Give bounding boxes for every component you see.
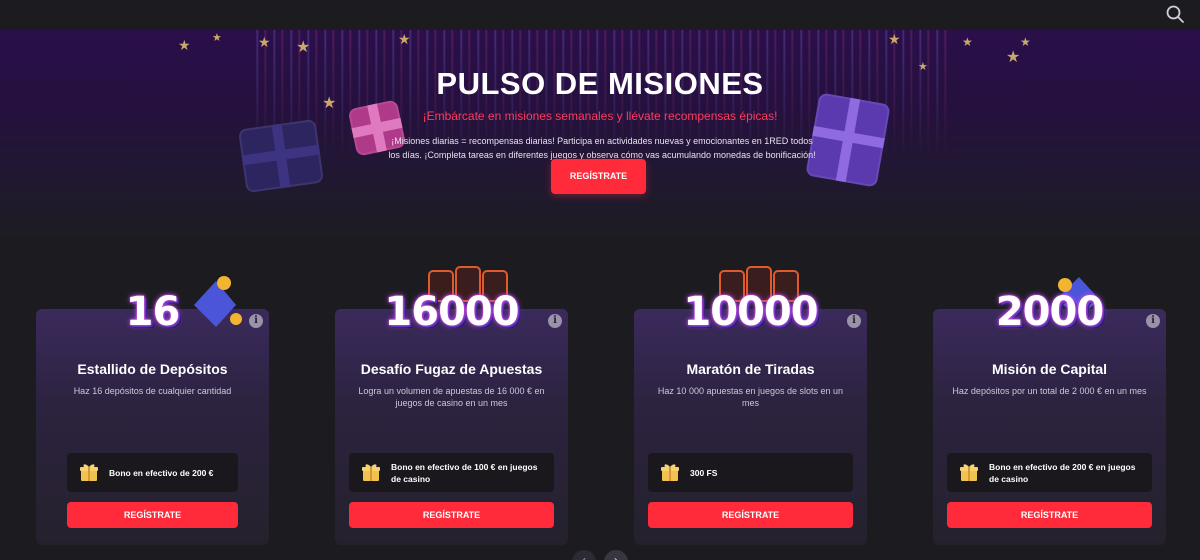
reward-box: Bono en efectivo de 100 € en juegos de c… [349,453,554,492]
gift-icon [80,464,98,481]
info-icon[interactable]: i [249,314,263,328]
search-icon[interactable] [1164,3,1186,25]
gift-box-decoration [237,118,325,194]
star-decoration: ★ [296,39,311,56]
info-icon[interactable]: i [1146,314,1160,328]
gift-icon [960,464,978,481]
reward-text: Bono en efectivo de 100 € en juegos de c… [391,461,538,484]
mission-card: 10000 i Maratón de Tiradas Haz 10 000 ap… [634,266,867,545]
top-bar [0,0,1200,30]
star-decoration: ★ [258,34,271,50]
page-title: PULSO DE MISIONES [436,66,764,101]
mission-description: Haz depósitos por un total de 2 000 € en… [952,386,1147,396]
mission-card: 2000 i Misión de Capital Haz depósitos p… [933,277,1166,545]
mission-description: Haz 16 depósitos de cualquier cantidad [73,386,232,396]
reward-box: Bono en efectivo de 200 € [67,453,238,492]
mission-title: Estallido de Depósitos [77,361,228,377]
mission-title: Maratón de Tiradas [686,361,815,377]
mission-badge: 10000 [634,266,867,351]
hero-register-button[interactable]: REGÍSTRATE [551,159,646,194]
mission-description: Logra un volumen de apuestas de 16 000 €… [358,386,545,408]
register-button[interactable]: REGÍSTRATE [648,502,853,528]
star-decoration: ★ [212,32,222,44]
mission-badge: 2000 [933,271,1166,351]
reward-text: 300 FS [690,467,718,478]
info-icon[interactable]: i [847,314,861,328]
hero-description: ¡Misiones diarias = recompensas diarias!… [388,136,816,160]
register-button[interactable]: REGÍSTRATE [947,502,1152,528]
info-icon[interactable]: i [548,314,562,328]
reward-box: 300 FS [648,453,853,492]
gift-icon [661,464,679,481]
star-decoration: ★ [398,31,411,47]
hero-subtitle: ¡Embárcate en misiones semanales y lléva… [422,109,778,123]
register-button[interactable]: REGÍSTRATE [349,502,554,528]
mission-title: Misión de Capital [991,361,1108,377]
mission-badge: 16000 [335,266,568,351]
chevron-left-icon[interactable]: ‹ [572,550,596,560]
mission-badge: 16 [36,271,269,351]
star-decoration: ★ [888,31,901,47]
reward-text: Bono en efectivo de 200 € en juegos de c… [989,461,1136,484]
mission-card: 16 i Estallido de Depósitos Haz 16 depós… [36,276,269,545]
star-decoration: ★ [1006,49,1021,66]
chevron-right-icon[interactable]: › [604,550,628,560]
hero-banner: ★ ★ ★ ★ ★ ★ ★ ★ ★ ★ ★ PULSO DE MISIONES … [0,30,1200,240]
star-decoration: ★ [1020,35,1031,49]
mission-card: 16000 i Desafío Fugaz de Apuestas Logra … [335,266,568,545]
star-decoration: ★ [962,35,973,49]
gift-box-decoration [805,92,891,188]
register-button[interactable]: REGÍSTRATE [67,502,238,528]
gift-icon [362,464,380,481]
mission-description: Haz 10 000 apuestas en juegos de slots e… [657,386,844,408]
mission-title: Desafío Fugaz de Apuestas [360,361,543,377]
star-decoration: ★ [178,37,191,53]
reward-text: Bono en efectivo de 200 € [109,467,214,478]
reward-box: Bono en efectivo de 200 € en juegos de c… [947,453,1152,492]
